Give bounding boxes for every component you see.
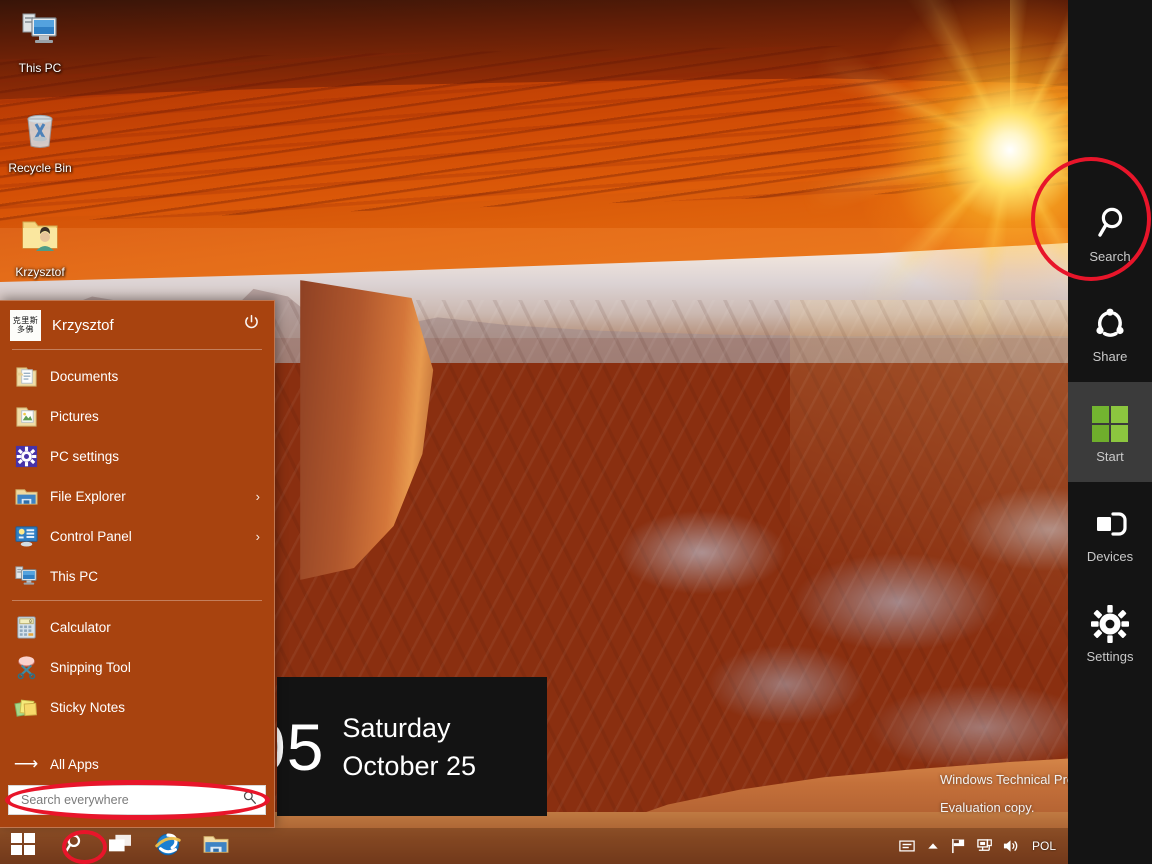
taskbar-file-explorer-button[interactable] [192,828,240,864]
date-time-tile: 05 Saturday October 25 [277,677,547,816]
documents-folder-icon [12,362,40,390]
desktop-icon-recycle-bin[interactable]: Recycle Bin [2,108,78,175]
start-menu-item-label: Calculator [50,619,111,635]
start-menu-item-label: Snipping Tool [50,659,131,675]
action-center-icon[interactable] [894,828,920,864]
clock-time: 05 [277,709,325,784]
search-icon [1090,201,1130,247]
start-menu-item-control-panel[interactable]: Control Panel › [0,516,274,556]
show-hidden-icons-icon[interactable] [920,828,946,864]
taskbar-start-button[interactable] [0,828,48,864]
charm-devices[interactable]: Devices [1068,482,1152,582]
language-indicator[interactable]: POL [1024,839,1064,853]
avatar-text-line-2: 多佛 [17,325,34,334]
control-panel-icon [12,522,40,550]
start-menu-item-label: Documents [50,368,119,384]
desktop-screen: This PC Recycle Bin Krzysztof 05 [0,0,1152,864]
clock-weekday: Saturday [342,712,451,743]
network-icon[interactable] [972,828,998,864]
charm-label: Share [1092,348,1128,364]
charm-start[interactable]: Start [1068,382,1152,482]
arrow-right-icon: ⟶ [13,754,39,773]
sticky-notes-icon [12,693,40,721]
share-icon [1090,301,1130,347]
start-menu-all-apps[interactable]: ⟶ All Apps [0,743,274,785]
pictures-folder-icon [12,402,40,430]
calculator-icon: 0 [12,613,40,641]
svg-text:0: 0 [29,618,32,624]
desktop-icon-krzysztof-folder[interactable]: Krzysztof [2,212,78,279]
search-icon [60,832,84,861]
start-menu-item-sticky-notes[interactable]: Sticky Notes [0,687,274,727]
start-menu-item-file-explorer[interactable]: File Explorer › [0,476,274,516]
taskbar-search-button[interactable] [48,828,96,864]
start-menu-search-box[interactable] [8,785,266,815]
start-menu-item-label: File Explorer [50,488,126,504]
flag-icon[interactable] [946,828,972,864]
user-folder-icon [2,212,78,262]
charm-label: Settings [1086,648,1134,664]
desktop-icon-label: This PC [18,61,62,75]
start-menu-spacer [0,731,274,743]
avatar[interactable]: 克里斯 多佛 [10,309,41,341]
desktop-icon-this-pc[interactable]: This PC [2,8,78,75]
system-tray[interactable]: POL [894,828,1068,864]
start-menu-places-list: Documents Pictures PC settings File Expl… [0,350,274,600]
windows-logo-icon [11,832,37,861]
taskbar[interactable]: POL [0,828,1068,864]
start-menu-item-label: Pictures [50,408,99,424]
start-menu-apps-list: 0 Calculator Snipping Tool Sticky Notes [0,601,274,731]
user-name[interactable]: Krzysztof [52,317,239,334]
power-icon[interactable] [239,310,264,340]
avatar-text-line-1: 克里斯 [12,316,39,325]
recycle-bin-icon [2,108,78,158]
charm-share[interactable]: Share [1068,282,1152,382]
start-menu-item-calculator[interactable]: 0 Calculator [0,607,274,647]
charm-search[interactable]: Search [1068,182,1152,282]
computer-icon [2,8,78,58]
start-menu-item-this-pc[interactable]: This PC [0,556,274,596]
start-menu-item-pc-settings[interactable]: PC settings [0,436,274,476]
all-apps-label: All Apps [50,756,99,772]
desktop-icon-label: Krzysztof [15,265,65,279]
start-menu-item-label: PC settings [50,448,120,464]
start-menu-item-label: Sticky Notes [50,699,126,715]
charm-settings[interactable]: Settings [1068,582,1152,682]
start-menu[interactable]: 克里斯 多佛 Krzysztof Documents Pictures PC s… [0,300,275,828]
charm-label: Devices [1086,548,1134,564]
charms-bar[interactable]: Search Share Start Devices Settings [1068,0,1152,864]
task-view-icon [107,833,133,860]
start-menu-item-label: This PC [50,568,99,584]
volume-icon[interactable] [998,828,1024,864]
taskbar-task-view-button[interactable] [96,828,144,864]
windows-logo-icon [1088,401,1132,447]
internet-explorer-icon [153,830,183,863]
start-menu-item-snipping-tool[interactable]: Snipping Tool [0,647,274,687]
file-explorer-icon [12,482,40,510]
charm-label: Search [1089,248,1131,264]
taskbar-internet-explorer-button[interactable] [144,828,192,864]
gear-icon [1089,601,1131,647]
pc-settings-icon [12,442,40,470]
search-icon[interactable] [242,790,257,810]
chevron-right-icon: › [255,528,260,544]
devices-icon [1090,501,1130,547]
chevron-right-icon: › [255,488,260,504]
snipping-tool-icon [12,653,40,681]
clock-date: October 25 [342,750,476,781]
charm-label: Start [1096,448,1124,464]
search-input[interactable] [21,793,242,807]
start-menu-user-row[interactable]: 克里斯 多佛 Krzysztof [0,301,274,349]
start-menu-item-label: Control Panel [50,528,132,544]
desktop-icon-label: Recycle Bin [8,161,72,175]
computer-icon [12,562,40,590]
file-explorer-icon [202,832,230,861]
start-menu-item-documents[interactable]: Documents [0,356,274,396]
start-menu-item-pictures[interactable]: Pictures [0,396,274,436]
